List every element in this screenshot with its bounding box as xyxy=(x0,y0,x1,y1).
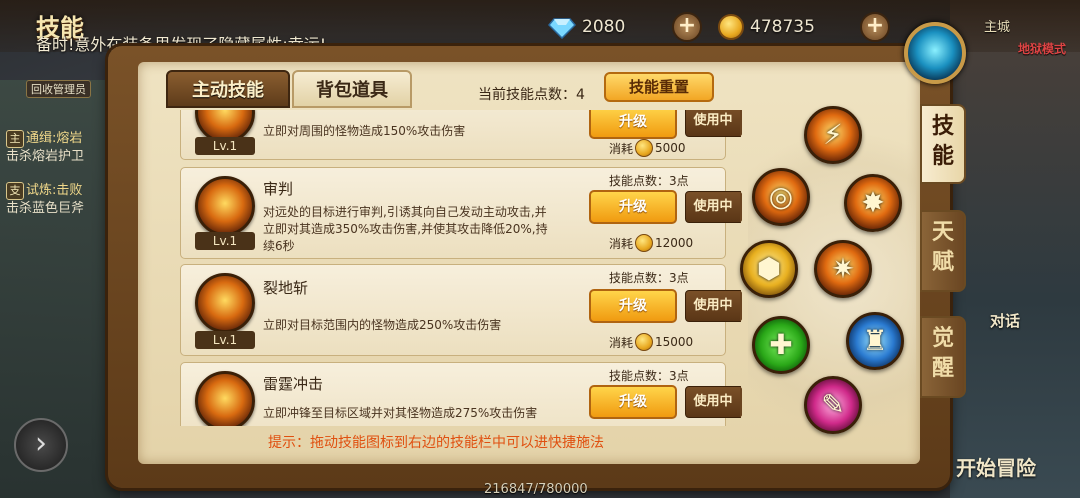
skill-desc: 立即冲锋至目标区域并对其怪物造成275%攻击伤害 xyxy=(263,406,538,420)
skill-points-cost: 技能点数：3点 xyxy=(609,271,689,285)
quest-title: 试炼:击败 xyxy=(26,183,83,198)
cost-value: 5000 xyxy=(655,141,686,155)
expand-arrow-button[interactable]: › xyxy=(14,418,68,472)
whirlwind-slot-icon[interactable]: ◎ xyxy=(752,168,810,226)
chat-button[interactable]: 对话 xyxy=(990,310,1020,331)
tab-active-skills[interactable]: 主动技能 xyxy=(166,70,290,108)
in-use-button[interactable]: 使用中 xyxy=(685,290,742,322)
cost-label: 消耗 xyxy=(609,141,634,156)
in-use-button[interactable]: 使用中 xyxy=(685,110,742,137)
ground-slash-slot-icon[interactable]: ✷ xyxy=(814,240,872,298)
skill-points-label: 当前技能点数： xyxy=(478,87,576,103)
gold-coin-icon xyxy=(718,14,744,40)
side-tab-label: 天赋 xyxy=(932,220,955,275)
upgrade-button[interactable]: 升级 xyxy=(589,190,677,224)
quest-item[interactable]: 支试炼:击败 击杀蓝色巨斧 xyxy=(6,182,116,218)
shadow-warrior-slot-icon[interactable]: ♜ xyxy=(846,312,904,370)
gold-coin-icon xyxy=(635,234,654,252)
diamond-icon xyxy=(547,17,577,40)
judgment-skill-icon[interactable] xyxy=(195,176,255,236)
cost-label: 消耗 xyxy=(609,236,634,251)
skill-cost: 消耗 12000 xyxy=(609,234,693,252)
gold-count: 478735 xyxy=(750,17,815,37)
cost-label: 消耗 xyxy=(609,335,634,350)
skill-points: 当前技能点数：4 xyxy=(478,84,585,104)
skill-desc: 立即对目标范围内的怪物造成250%攻击伤害 xyxy=(263,318,502,332)
upgrade-button[interactable]: 升级 xyxy=(589,385,677,419)
side-tab-awaken[interactable]: 觉醒 xyxy=(920,316,966,398)
exp-text: 216847/780000 xyxy=(484,482,588,497)
skill-points-cost: 技能点数：3点 xyxy=(609,174,689,188)
skill-level: Lv.1 xyxy=(195,232,255,250)
gold-coin-icon xyxy=(635,333,654,351)
in-use-button[interactable]: 使用中 xyxy=(685,386,742,418)
cost-value: 12000 xyxy=(655,236,694,250)
skill-points-value: 4 xyxy=(576,87,585,103)
quest-tag: 支 xyxy=(6,182,24,200)
mode-label: 地狱模式 xyxy=(1017,42,1066,56)
diamond-counter: 2080 xyxy=(547,10,626,44)
ground-slash-skill-icon[interactable] xyxy=(195,273,255,333)
skill-level: Lv.1 xyxy=(195,331,255,349)
start-adventure-button[interactable]: 开始冒险 xyxy=(956,452,1036,481)
judgment-slot-icon[interactable]: ✸ xyxy=(844,174,902,232)
skill-card[interactable]: Lv.1 审判 对远处的目标进行审判,引诱其向自己发动主动攻击,并立即对其造成3… xyxy=(180,167,742,259)
potion-slot-icon[interactable]: ✎ xyxy=(804,376,862,434)
skill-card[interactable]: Lv.1 裂地斩 立即对目标范围内的怪物造成250%攻击伤害 技能点数：3点 升… xyxy=(180,264,742,356)
tab-bag-items[interactable]: 背包道具 xyxy=(292,70,412,108)
skill-cost: 消耗 15000 xyxy=(609,333,693,351)
skill-desc: 对远处的目标进行审判,引诱其向自己发动主动攻击,并立即对其造成350%攻击伤害,… xyxy=(263,205,548,253)
skill-name: 审判 xyxy=(263,180,294,198)
whirl-slash-slot-icon[interactable]: ⚡ xyxy=(804,106,862,164)
admin-tag: 回收管理员 xyxy=(26,80,91,98)
skill-card[interactable]: Lv.1 立即对周围的怪物造成150%攻击伤害 升级 使用中 消耗 5000 xyxy=(180,110,742,160)
skill-list[interactable]: Lv.1 立即对周围的怪物造成150%攻击伤害 升级 使用中 消耗 5000 Lv… xyxy=(158,110,742,426)
heal-cross-slot-icon[interactable]: ✚ xyxy=(752,316,810,374)
quest-detail: 击杀蓝色巨斧 xyxy=(6,201,85,216)
skill-level: Lv.1 xyxy=(195,137,255,155)
side-tab-skills[interactable]: 技能 xyxy=(920,104,966,184)
cost-value: 15000 xyxy=(655,335,694,349)
skill-reset-button[interactable]: 技能重置 xyxy=(604,72,714,102)
skill-name: 裂地斩 xyxy=(263,279,309,297)
skill-points-cost: 技能点数：3点 xyxy=(609,369,689,383)
quest-tag: 主 xyxy=(6,130,24,148)
quest-title: 通缉:熔岩 xyxy=(26,131,83,146)
gold-counter: 478735 xyxy=(718,10,815,44)
add-diamond-button[interactable]: + xyxy=(672,12,702,42)
hint-text: 提示：拖动技能图标到右边的技能栏中可以进快捷施法 xyxy=(268,435,604,451)
quest-item[interactable]: 主通缉:熔岩 击杀熔岩护卫 xyxy=(6,130,116,166)
upgrade-button[interactable]: 升级 xyxy=(589,110,677,139)
skill-name: 雷霆冲击 xyxy=(263,375,324,393)
side-tab-talent[interactable]: 天赋 xyxy=(920,210,966,292)
golden-shield-slot-icon[interactable]: ⬢ xyxy=(740,240,798,298)
side-tab-label: 觉醒 xyxy=(932,326,955,381)
skill-cost: 消耗 5000 xyxy=(609,139,686,157)
add-gold-button[interactable]: + xyxy=(860,12,890,42)
crystal-orb-icon xyxy=(904,22,966,84)
thunder-charge-skill-icon[interactable] xyxy=(195,371,255,426)
quest-detail: 击杀熔岩护卫 xyxy=(6,149,85,164)
game-world-right xyxy=(950,0,1080,498)
upgrade-button[interactable]: 升级 xyxy=(589,289,677,323)
diamond-count: 2080 xyxy=(582,17,626,37)
side-tab-label: 技能 xyxy=(932,114,955,169)
skill-desc: 立即对周围的怪物造成150%攻击伤害 xyxy=(263,124,466,138)
gold-coin-icon xyxy=(635,139,654,157)
location-label: 主城 xyxy=(983,20,1010,35)
in-use-button[interactable]: 使用中 xyxy=(685,191,742,223)
skill-card[interactable]: 雷霆冲击 立即冲锋至目标区域并对其怪物造成275%攻击伤害 技能点数：3点 升级… xyxy=(180,362,742,426)
